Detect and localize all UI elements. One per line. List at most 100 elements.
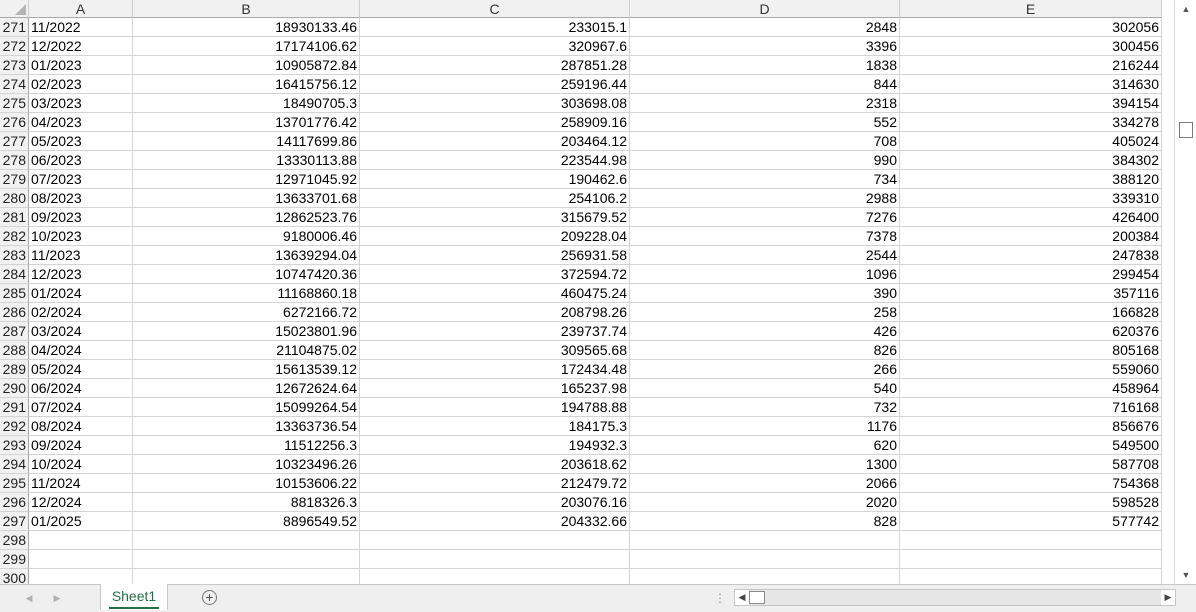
cell-e[interactable]: 587708	[900, 455, 1162, 474]
row-header[interactable]: 279	[0, 170, 29, 189]
cell-e[interactable]	[900, 569, 1162, 584]
cell-c[interactable]: 258909.16	[360, 113, 630, 132]
cell-b[interactable]: 12862523.76	[133, 208, 360, 227]
cell-b[interactable]: 9180006.46	[133, 227, 360, 246]
cell-a[interactable]: 11/2024	[29, 474, 133, 493]
scroll-left-arrow-icon[interactable]: ◀	[735, 590, 749, 605]
cell-e[interactable]: 384302	[900, 151, 1162, 170]
add-sheet-plus-icon[interactable]: +	[202, 590, 217, 605]
cell-c[interactable]	[360, 569, 630, 584]
row-header[interactable]: 278	[0, 151, 29, 170]
row-header[interactable]: 284	[0, 265, 29, 284]
cell-b[interactable]: 10153606.22	[133, 474, 360, 493]
cell-d[interactable]	[630, 550, 900, 569]
cell-a[interactable]: 07/2024	[29, 398, 133, 417]
row-header[interactable]: 289	[0, 360, 29, 379]
cell-b[interactable]: 13633701.68	[133, 189, 360, 208]
row-header[interactable]: 280	[0, 189, 29, 208]
row-header[interactable]: 283	[0, 246, 29, 265]
cell-b[interactable]: 15613539.12	[133, 360, 360, 379]
cell-d[interactable]: 826	[630, 341, 900, 360]
cell-c[interactable]: 460475.24	[360, 284, 630, 303]
cell-d[interactable]	[630, 531, 900, 550]
cell-b[interactable]: 17174106.62	[133, 37, 360, 56]
row-header[interactable]: 288	[0, 341, 29, 360]
cell-e[interactable]: 357116	[900, 284, 1162, 303]
column-header-d[interactable]: D	[630, 0, 900, 18]
cell-d[interactable]: 1176	[630, 417, 900, 436]
row-header[interactable]: 290	[0, 379, 29, 398]
cell-a[interactable]: 01/2024	[29, 284, 133, 303]
cell-d[interactable]: 540	[630, 379, 900, 398]
cell-c[interactable]: 203076.16	[360, 493, 630, 512]
cell-b[interactable]: 11512256.3	[133, 436, 360, 455]
splitter-handle-icon[interactable]: ⋮	[714, 590, 726, 606]
scroll-up-arrow-icon[interactable]: ▲	[1179, 2, 1193, 16]
cell-a[interactable]: 11/2023	[29, 246, 133, 265]
cell-e[interactable]: 200384	[900, 227, 1162, 246]
cell-d[interactable]: 620	[630, 436, 900, 455]
row-header[interactable]: 274	[0, 75, 29, 94]
cell-c[interactable]: 212479.72	[360, 474, 630, 493]
cell-c[interactable]	[360, 531, 630, 550]
cell-c[interactable]	[360, 550, 630, 569]
tab-prev-arrow-icon[interactable]: ◀	[22, 590, 36, 606]
cell-a[interactable]: 11/2022	[29, 18, 133, 37]
cell-d[interactable]: 2544	[630, 246, 900, 265]
cell-e[interactable]: 247838	[900, 246, 1162, 265]
cell-c[interactable]: 303698.08	[360, 94, 630, 113]
cell-e[interactable]: 166828	[900, 303, 1162, 322]
cell-b[interactable]: 13639294.04	[133, 246, 360, 265]
row-header[interactable]: 291	[0, 398, 29, 417]
cell-e[interactable]: 620376	[900, 322, 1162, 341]
cell-e[interactable]: 299454	[900, 265, 1162, 284]
cell-c[interactable]: 372594.72	[360, 265, 630, 284]
row-header[interactable]: 297	[0, 512, 29, 531]
row-header[interactable]: 275	[0, 94, 29, 113]
cell-e[interactable]: 216244	[900, 56, 1162, 75]
cell-a[interactable]: 10/2024	[29, 455, 133, 474]
cell-e[interactable]: 339310	[900, 189, 1162, 208]
cell-d[interactable]: 7276	[630, 208, 900, 227]
row-header[interactable]: 298	[0, 531, 29, 550]
scroll-right-arrow-icon[interactable]: ▶	[1161, 590, 1175, 605]
cell-c[interactable]: 233015.1	[360, 18, 630, 37]
column-header-e[interactable]: E	[900, 0, 1162, 18]
cell-d[interactable]: 1300	[630, 455, 900, 474]
cell-a[interactable]: 05/2023	[29, 132, 133, 151]
cell-b[interactable]: 12672624.64	[133, 379, 360, 398]
row-header[interactable]: 272	[0, 37, 29, 56]
cell-e[interactable]: 300456	[900, 37, 1162, 56]
cell-a[interactable]: 07/2023	[29, 170, 133, 189]
row-header[interactable]: 271	[0, 18, 29, 37]
cell-e[interactable]: 314630	[900, 75, 1162, 94]
cell-c[interactable]: 254106.2	[360, 189, 630, 208]
cell-b[interactable]: 21104875.02	[133, 341, 360, 360]
cell-d[interactable]: 732	[630, 398, 900, 417]
cell-b[interactable]: 14117699.86	[133, 132, 360, 151]
row-header[interactable]: 287	[0, 322, 29, 341]
cell-e[interactable]: 334278	[900, 113, 1162, 132]
row-header[interactable]: 296	[0, 493, 29, 512]
row-header[interactable]: 295	[0, 474, 29, 493]
cell-a[interactable]: 04/2023	[29, 113, 133, 132]
row-header[interactable]: 293	[0, 436, 29, 455]
cell-d[interactable]: 3396	[630, 37, 900, 56]
cell-e[interactable]: 559060	[900, 360, 1162, 379]
column-header-c[interactable]: C	[360, 0, 630, 18]
cell-d[interactable]: 266	[630, 360, 900, 379]
cell-d[interactable]: 1096	[630, 265, 900, 284]
cell-c[interactable]: 287851.28	[360, 56, 630, 75]
cell-c[interactable]: 190462.6	[360, 170, 630, 189]
row-header[interactable]: 281	[0, 208, 29, 227]
horizontal-scrollbar[interactable]: ◀ ▶	[734, 589, 1176, 606]
cell-a[interactable]: 06/2024	[29, 379, 133, 398]
cell-e[interactable]: 394154	[900, 94, 1162, 113]
cell-d[interactable]: 7378	[630, 227, 900, 246]
row-header[interactable]: 286	[0, 303, 29, 322]
cell-c[interactable]: 256931.58	[360, 246, 630, 265]
cell-e[interactable]: 458964	[900, 379, 1162, 398]
cell-b[interactable]: 10905872.84	[133, 56, 360, 75]
cell-b[interactable]	[133, 569, 360, 584]
cell-b[interactable]: 6272166.72	[133, 303, 360, 322]
